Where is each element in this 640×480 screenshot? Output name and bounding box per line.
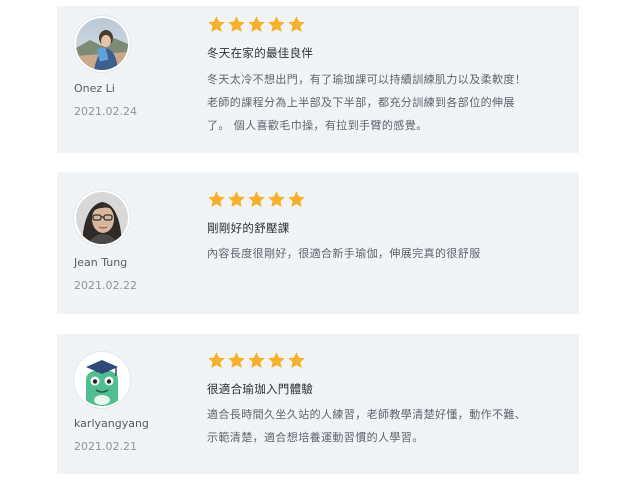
star-icon	[247, 190, 266, 209]
avatar-cartoon-image	[76, 354, 128, 406]
review-title: 剛剛好的舒壓課	[207, 221, 290, 235]
star-rating	[207, 15, 306, 35]
star-icon	[247, 15, 266, 34]
review-title: 冬天在家的最佳良伴	[207, 46, 314, 60]
review-body: 內容長度很剛好，很適合新手瑜伽，伸展完真的很舒服	[207, 242, 563, 265]
star-icon	[207, 190, 226, 209]
avatar	[76, 354, 128, 406]
avatar-photo-image	[76, 18, 128, 70]
avatar-photo-image	[76, 192, 128, 244]
review-card: Onez Li 2021.02.24 冬天在家的最佳良伴 冬天太冷不想出門，有了…	[57, 6, 579, 153]
star-icon	[207, 15, 226, 34]
review-date: 2021.02.24	[74, 105, 137, 118]
review-card: karlyangyang 2021.02.21 很適合瑜珈入門體驗 適合長時間久…	[57, 334, 579, 474]
reviewer-name: Jean Tung	[74, 256, 128, 269]
review-body: 冬天太冷不想出門，有了瑜珈課可以持續訓練肌力以及柔軟度！ 老師的課程分為上半部及…	[207, 68, 563, 137]
star-icon	[247, 351, 266, 370]
star-icon	[227, 15, 246, 34]
reviewer-name: Onez Li	[74, 82, 115, 95]
review-body-line: 適合長時間久坐久站的人練習，老師教學清楚好懂，動作不難、	[207, 408, 527, 421]
star-icon	[287, 15, 306, 34]
reviewer-name: karlyangyang	[74, 417, 149, 430]
avatar	[76, 192, 128, 244]
star-icon	[207, 351, 226, 370]
star-rating	[207, 351, 306, 371]
star-icon	[287, 351, 306, 370]
review-body: 適合長時間久坐久站的人練習，老師教學清楚好懂，動作不難、 示範清楚，適合想培養運…	[207, 403, 563, 449]
review-body-line: 內容長度很剛好，很適合新手瑜伽，伸展完真的很舒服	[207, 247, 481, 260]
star-icon	[267, 351, 286, 370]
star-icon	[227, 190, 246, 209]
star-icon	[287, 190, 306, 209]
review-body-line: 示範清楚，適合想培養運動習慣的人學習。	[207, 431, 424, 444]
review-body-line: 了。 個人喜歡毛巾操，有拉到手臂的感覺。	[207, 119, 428, 132]
star-icon	[267, 15, 286, 34]
review-body-line: 冬天太冷不想出門，有了瑜珈課可以持續訓練肌力以及柔軟度！	[207, 73, 527, 86]
review-date: 2021.02.22	[74, 279, 137, 292]
review-list: Onez Li 2021.02.24 冬天在家的最佳良伴 冬天太冷不想出門，有了…	[0, 0, 640, 480]
star-rating	[207, 190, 306, 210]
review-card: Jean Tung 2021.02.22 剛剛好的舒壓課 內容長度很剛好，很適合…	[57, 172, 579, 314]
review-title: 很適合瑜珈入門體驗	[207, 382, 314, 396]
avatar	[76, 18, 128, 70]
star-icon	[267, 190, 286, 209]
review-body-line: 老師的課程分為上半部及下半部，都充分訓練到各部位的伸展	[207, 96, 515, 109]
review-date: 2021.02.21	[74, 440, 137, 453]
star-icon	[227, 351, 246, 370]
